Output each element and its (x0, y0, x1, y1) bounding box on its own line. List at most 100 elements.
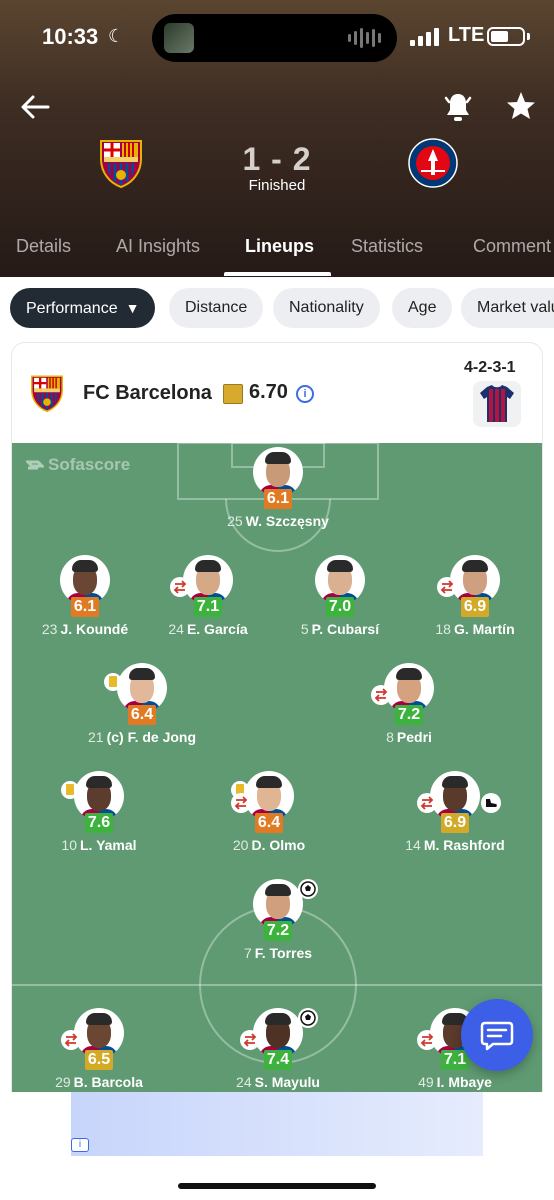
away-team-crest-icon[interactable] (407, 137, 459, 189)
player-label: 23 J. Koundé (15, 621, 155, 637)
team-crest-icon (31, 375, 63, 413)
substitution-icon (437, 577, 457, 597)
player-card[interactable]: 7.4 24 S. Mayulu (208, 1008, 348, 1101)
player-card[interactable]: 7.0 5 P. Cubarsí (270, 555, 410, 651)
home-team-crest-icon[interactable] (96, 137, 146, 189)
goal-ball-icon (298, 879, 318, 899)
player-name: L. Yamal (80, 837, 137, 853)
player-number: 24 (168, 621, 184, 637)
player-number: 25 (227, 513, 243, 529)
player-number: 14 (405, 837, 421, 853)
player-card[interactable]: 7.2 8 Pedri (339, 663, 479, 759)
ad-info-icon[interactable]: i (71, 1138, 89, 1152)
yellow-card-icon (104, 673, 122, 691)
player-number: 7 (243, 945, 252, 961)
player-number: 10 (61, 837, 77, 853)
info-icon[interactable]: i (296, 385, 314, 403)
filter-age[interactable]: Age (392, 288, 453, 328)
goal-ball-icon (298, 1008, 318, 1028)
player-card[interactable]: 6.1 23 J. Koundé (15, 555, 155, 651)
dynamic-island[interactable] (152, 14, 397, 62)
tab-statistics[interactable]: Statistics (351, 236, 423, 257)
filter-bar: Performance ▼ Distance Nationality Age Ma… (0, 277, 554, 341)
status-bar: 10:33 ☾ LTE (0, 14, 554, 62)
player-card[interactable]: 7.6 10 L. Yamal (29, 771, 169, 867)
caret-down-icon: ▼ (125, 300, 140, 316)
tab-details[interactable]: Details (16, 236, 71, 257)
player-name: D. Olmo (251, 837, 306, 853)
filter-label: Performance (26, 300, 118, 317)
filter-performance-dropdown[interactable]: Performance ▼ (10, 288, 156, 328)
team-rating: 6.70 (249, 381, 288, 403)
player-card[interactable]: 7.1 24 E. García (138, 555, 278, 651)
player-card[interactable]: 7.2 7 F. Torres (208, 879, 348, 975)
chat-button[interactable] (461, 999, 533, 1071)
home-indicator[interactable] (178, 1183, 376, 1189)
player-label: 21 (c) F. de Jong (72, 729, 212, 745)
player-label: 20 D. Olmo (199, 837, 339, 853)
player-label: 24 S. Mayulu (208, 1074, 348, 1090)
audio-wave-icon (348, 28, 381, 48)
player-rating: 6.4 (255, 813, 283, 833)
player-card[interactable]: 6.5 29 B. Barcola (29, 1008, 169, 1101)
sofascore-watermark: Sofascore (26, 455, 130, 475)
player-rating: 6.9 (441, 813, 469, 833)
player-label: 29 B. Barcola (29, 1074, 169, 1090)
back-arrow-icon[interactable] (18, 90, 52, 124)
active-tab-indicator (224, 272, 331, 276)
bell-icon[interactable] (443, 90, 473, 124)
filter-market-value[interactable]: Market valu (461, 288, 554, 328)
player-name: I. Mbaye (436, 1074, 492, 1090)
substitution-icon (417, 1030, 437, 1050)
tab-lineups[interactable]: Lineups (245, 236, 314, 257)
player-rating: 7.1 (194, 597, 222, 617)
battery-icon (487, 27, 525, 46)
lineup-card: FC Barcelona 6.70 i 4-2-3-1 Sofascore 6.… (11, 342, 543, 1102)
player-card[interactable]: 6.4 21 (c) F. de Jong (72, 663, 212, 759)
player-number: 23 (41, 621, 58, 637)
player-name: P. Cubarsí (311, 621, 380, 637)
player-name: G. Martín (453, 621, 515, 637)
moon-icon: ☾ (108, 26, 125, 46)
now-playing-thumbnail (164, 23, 194, 53)
substitution-icon (61, 1030, 81, 1050)
player-name: (c) F. de Jong (106, 729, 197, 745)
player-number: 29 (55, 1074, 71, 1090)
player-number: 49 (418, 1074, 434, 1090)
player-name: S. Mayulu (254, 1074, 320, 1090)
assist-boot-icon (481, 793, 501, 813)
team-name: FC Barcelona (83, 382, 212, 404)
player-card[interactable]: 6.4 20 D. Olmo (199, 771, 339, 867)
star-icon[interactable] (505, 90, 537, 122)
player-card[interactable]: 6.1 25 W. Szczęsny (208, 447, 348, 543)
team-kit-icon[interactable] (473, 381, 521, 427)
player-name: Pedri (396, 729, 432, 745)
player-name: W. Szczęsny (245, 513, 329, 529)
tab-ai-insights[interactable]: AI Insights (116, 236, 200, 257)
player-card[interactable]: 6.9 14 M. Rashford (385, 771, 525, 867)
match-status: Finished (248, 177, 306, 194)
player-name: M. Rashford (423, 837, 505, 853)
player-label: 8 Pedri (339, 729, 479, 745)
player-rating: 6.5 (85, 1050, 113, 1070)
ad-banner[interactable]: i (71, 1092, 483, 1156)
player-rating: 7.2 (264, 921, 292, 941)
filter-nationality[interactable]: Nationality (273, 288, 380, 328)
player-card[interactable]: 6.9 18 G. Martín (405, 555, 542, 651)
player-name: J. Koundé (60, 621, 129, 637)
player-label: 18 G. Martín (405, 621, 542, 637)
filter-distance[interactable]: Distance (169, 288, 264, 328)
player-number: 24 (236, 1074, 252, 1090)
player-name: B. Barcola (73, 1074, 143, 1090)
player-rating: 6.4 (128, 705, 156, 725)
player-label: 7 F. Torres (208, 945, 348, 961)
player-rating: 7.0 (326, 597, 354, 617)
team-formation: 4-2-3-1 (464, 359, 516, 376)
substitution-icon (231, 793, 251, 813)
tab-comments[interactable]: Comment (473, 236, 551, 257)
player-label: 5 P. Cubarsí (270, 621, 410, 637)
network-label: LTE (448, 24, 485, 46)
player-name: E. García (186, 621, 248, 637)
player-number: 20 (232, 837, 249, 853)
player-rating: 6.1 (71, 597, 99, 617)
